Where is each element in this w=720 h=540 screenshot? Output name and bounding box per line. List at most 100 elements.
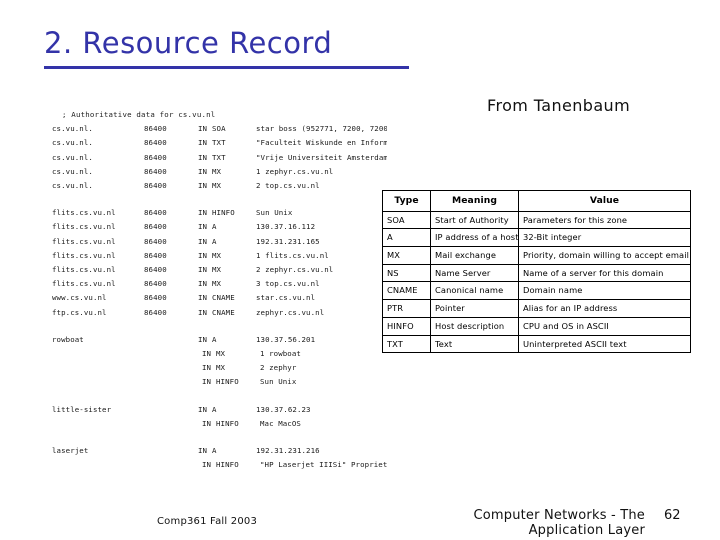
- zone-record-type: A: [212, 236, 217, 246]
- column-header-meaning: Meaning: [430, 190, 519, 212]
- cell-value: Domain name: [518, 281, 691, 301]
- footer-page-number: 62: [664, 508, 681, 523]
- cell-value: Parameters for this zone: [518, 210, 691, 230]
- table-row: A IP address of a host 32-Bit integer: [382, 228, 691, 248]
- zone-record-class: IN: [198, 208, 208, 218]
- zone-record-type: HINFO: [216, 377, 239, 387]
- zone-record-type: A: [212, 446, 217, 456]
- zone-record-value: 1 zephyr.cs.vu.nl: [256, 166, 334, 176]
- zone-record-value: zephyr.cs.vu.nl: [256, 307, 325, 317]
- zone-file-line: cs.vu.nl. 86400 IN MX 2 top.cs.vu.nl: [52, 179, 387, 193]
- zone-record-value: 130.37.56.201: [256, 334, 316, 344]
- zone-file-lines: cs.vu.nl. 86400 IN SOA star boss (952771, 72…: [52, 122, 387, 472]
- zone-record-class: IN: [198, 181, 208, 191]
- zone-record-name: flits.cs.vu.nl: [52, 279, 116, 289]
- zone-record-ttl: [144, 333, 198, 347]
- zone-record-type: MX: [212, 181, 222, 191]
- zone-record-ttl: 86400: [144, 152, 167, 162]
- title-underline: [44, 66, 409, 69]
- zone-record-type: A: [212, 404, 217, 414]
- zone-record-class: IN: [198, 265, 208, 275]
- cell-value: 32-Bit integer: [518, 228, 691, 248]
- zone-record-value: "Faculteit Wiskunde en Informatica.": [256, 138, 387, 148]
- zone-record-value: 192.31.231.165: [256, 236, 320, 246]
- zone-record-value: star boss (952771, 7200, 7200, 2419200, …: [256, 124, 387, 134]
- zone-line-gap: [52, 390, 387, 403]
- zone-record-class: IN: [198, 138, 208, 148]
- zone-record-value: 192.31.231.216: [256, 446, 320, 456]
- zone-record-value: 2 zephyr.cs.vu.nl: [256, 265, 334, 275]
- zone-record-type: TXT: [212, 152, 226, 162]
- zone-file-line: laserjet IN A 192.31.231.216: [52, 444, 387, 458]
- column-header-value: Value: [518, 190, 691, 212]
- zone-record-class: IN: [198, 293, 208, 303]
- zone-record-ttl: 86400: [144, 293, 167, 303]
- zone-record-class: IN: [198, 222, 208, 232]
- zone-record-value: 1 rowboat: [260, 349, 301, 359]
- zone-record-class: IN: [198, 404, 208, 414]
- zone-record-type: HINFO: [216, 418, 239, 428]
- zone-line-gap: [52, 431, 387, 444]
- zone-record-ttl: [148, 417, 202, 431]
- zone-record-name: www.cs.vu.nl: [52, 293, 107, 303]
- zone-file-line: IN MX 2 zephyr: [52, 361, 387, 375]
- zone-record-type: MX: [216, 349, 226, 359]
- zone-record-class: IN: [198, 152, 208, 162]
- zone-line-gap: [52, 320, 387, 333]
- zone-record-value: "HP Laserjet IIISi" Proprietary: [260, 460, 387, 470]
- zone-record-ttl: 86400: [144, 166, 167, 176]
- cell-type: TXT: [382, 334, 431, 354]
- table-row: CNAME Canonical name Domain name: [382, 281, 691, 301]
- zone-record-type: MX: [212, 279, 222, 289]
- table-row: HINFO Host description CPU and OS in ASCII: [382, 316, 691, 336]
- dns-zone-file-figure: ; Authoritative data for cs.vu.nl cs.vu.…: [52, 108, 387, 486]
- zone-record-name: laserjet: [52, 446, 89, 456]
- zone-file-comment: ; Authoritative data for cs.vu.nl: [62, 110, 216, 119]
- zone-record-name: cs.vu.nl.: [52, 181, 93, 191]
- zone-record-class: IN: [202, 418, 212, 428]
- zone-record-value: Mac MacOS: [260, 418, 301, 428]
- table-row: SOA Start of Authority Parameters for this…: [382, 210, 691, 230]
- zone-record-name: [52, 458, 148, 472]
- zone-record-value: 1 flits.cs.vu.nl: [256, 250, 329, 260]
- cell-value: Priority, domain willing to accept email: [518, 246, 691, 265]
- zone-record-value: 2 zephyr: [260, 363, 297, 373]
- footer-subject-label: Computer Networks - The Application Laye…: [473, 508, 645, 538]
- zone-record-value: Sun Unix: [256, 208, 293, 218]
- zone-record-name: [52, 417, 148, 431]
- cell-meaning: IP address of a host: [430, 228, 519, 248]
- cell-value: Alias for an IP address: [518, 299, 691, 318]
- zone-file-line: cs.vu.nl. 86400 IN SOA star boss (952771, 72…: [52, 122, 387, 136]
- column-header-type: Type: [382, 190, 431, 212]
- zone-record-ttl: [144, 444, 198, 458]
- zone-record-type: TXT: [212, 138, 226, 148]
- zone-record-name: [52, 347, 148, 361]
- zone-record-name: flits.cs.vu.nl: [52, 236, 116, 246]
- table-row: TXT Text Uninterpreted ASCII text: [382, 334, 691, 354]
- cell-meaning: Host description: [430, 316, 519, 336]
- zone-file-line: IN MX 1 rowboat: [52, 347, 387, 361]
- zone-record-ttl: 86400: [144, 222, 167, 232]
- zone-record-class: IN: [198, 279, 208, 289]
- zone-record-ttl: 86400: [144, 265, 167, 275]
- attribution-label: From Tanenbaum: [487, 96, 631, 115]
- zone-record-name: cs.vu.nl.: [52, 166, 93, 176]
- zone-record-class: IN: [198, 166, 208, 176]
- zone-record-type: SOA: [212, 124, 226, 134]
- zone-record-type: MX: [216, 363, 226, 373]
- cell-meaning: Start of Authority: [430, 210, 519, 230]
- zone-record-name: [52, 375, 148, 389]
- zone-record-type: CNAME: [212, 307, 235, 317]
- zone-record-value: 130.37.16.112: [256, 222, 316, 232]
- zone-record-value: star.cs.vu.nl: [256, 293, 316, 303]
- zone-record-type: HINFO: [216, 460, 239, 470]
- zone-record-ttl: 86400: [144, 138, 167, 148]
- zone-record-class: IN: [202, 349, 212, 359]
- zone-record-class: IN: [202, 377, 212, 387]
- zone-record-ttl: 86400: [144, 279, 167, 289]
- cell-type: PTR: [382, 299, 431, 318]
- cell-type: A: [382, 228, 431, 248]
- zone-record-name: flits.cs.vu.nl: [52, 250, 116, 260]
- zone-record-name: cs.vu.nl.: [52, 138, 93, 148]
- zone-file-line: little-sister IN A 130.37.62.23: [52, 403, 387, 417]
